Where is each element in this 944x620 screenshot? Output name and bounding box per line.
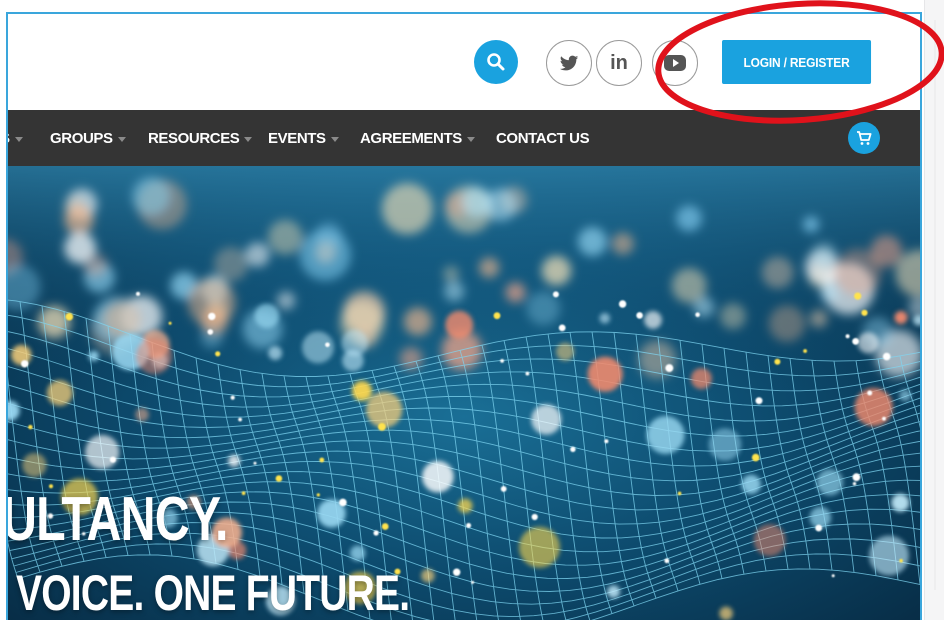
- hero-banner: ULTANCY. VOICE. ONE FUTURE.: [8, 166, 920, 620]
- nav-item-agreements[interactable]: AGREEMENTS: [360, 110, 475, 166]
- side-strip-divider: [934, 20, 936, 590]
- nav-item-resources[interactable]: RESOURCES: [148, 110, 253, 166]
- twitter-icon: [559, 55, 579, 71]
- nav-item-label: EVENTS: [268, 129, 326, 147]
- chevron-down-icon: [14, 136, 23, 142]
- youtube-icon: [664, 55, 686, 71]
- hero-tagline: VOICE. ONE FUTURE.: [16, 565, 410, 620]
- chevron-down-icon: [117, 136, 126, 142]
- cart-icon: [857, 131, 872, 145]
- login-register-label: LOGIN / REGISTER: [743, 54, 850, 70]
- nav-item-groups[interactable]: GROUPS: [50, 110, 126, 166]
- nav-item-truncated[interactable]: S: [8, 110, 23, 166]
- cart-button[interactable]: [848, 122, 880, 154]
- nav-item-label: RESOURCES: [148, 129, 240, 147]
- search-button[interactable]: [474, 40, 518, 84]
- main-nav: S GROUPS RESOURCES EVENTS AGREEMENTS CON…: [8, 110, 920, 166]
- search-icon: [487, 53, 505, 71]
- linkedin-icon: in: [610, 51, 628, 74]
- nav-item-label: AGREEMENTS: [360, 129, 462, 147]
- nav-item-events[interactable]: EVENTS: [268, 110, 339, 166]
- chevron-down-icon: [244, 136, 253, 142]
- nav-item-label: GROUPS: [50, 129, 113, 147]
- nav-item-label: S: [8, 130, 10, 147]
- hero-headline: ULTANCY.: [8, 485, 228, 554]
- linkedin-button[interactable]: in: [596, 40, 642, 86]
- chevron-down-icon: [466, 136, 475, 142]
- youtube-button[interactable]: [652, 40, 698, 86]
- nav-item-label: CONTACT US: [496, 129, 590, 147]
- chevron-down-icon: [330, 136, 339, 142]
- twitter-button[interactable]: [546, 40, 592, 86]
- login-register-button[interactable]: LOGIN / REGISTER: [722, 40, 872, 84]
- top-bar: in LOGIN / REGISTER: [8, 14, 920, 110]
- nav-item-contact-us[interactable]: CONTACT US: [496, 110, 590, 166]
- page-frame: in LOGIN / REGISTER S GROUPS RESOURCES E…: [6, 12, 922, 620]
